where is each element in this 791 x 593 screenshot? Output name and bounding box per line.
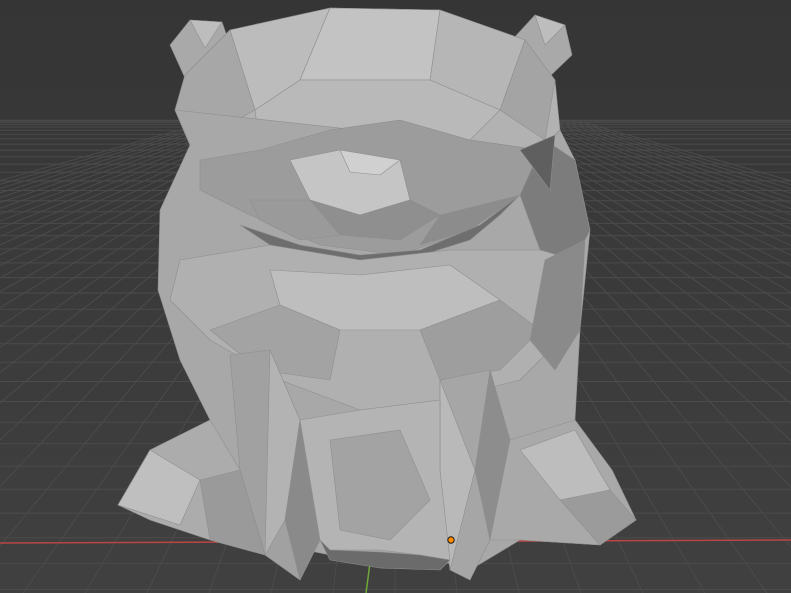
3d-viewport[interactable] (0, 0, 791, 593)
origin-point-icon[interactable] (447, 536, 455, 544)
